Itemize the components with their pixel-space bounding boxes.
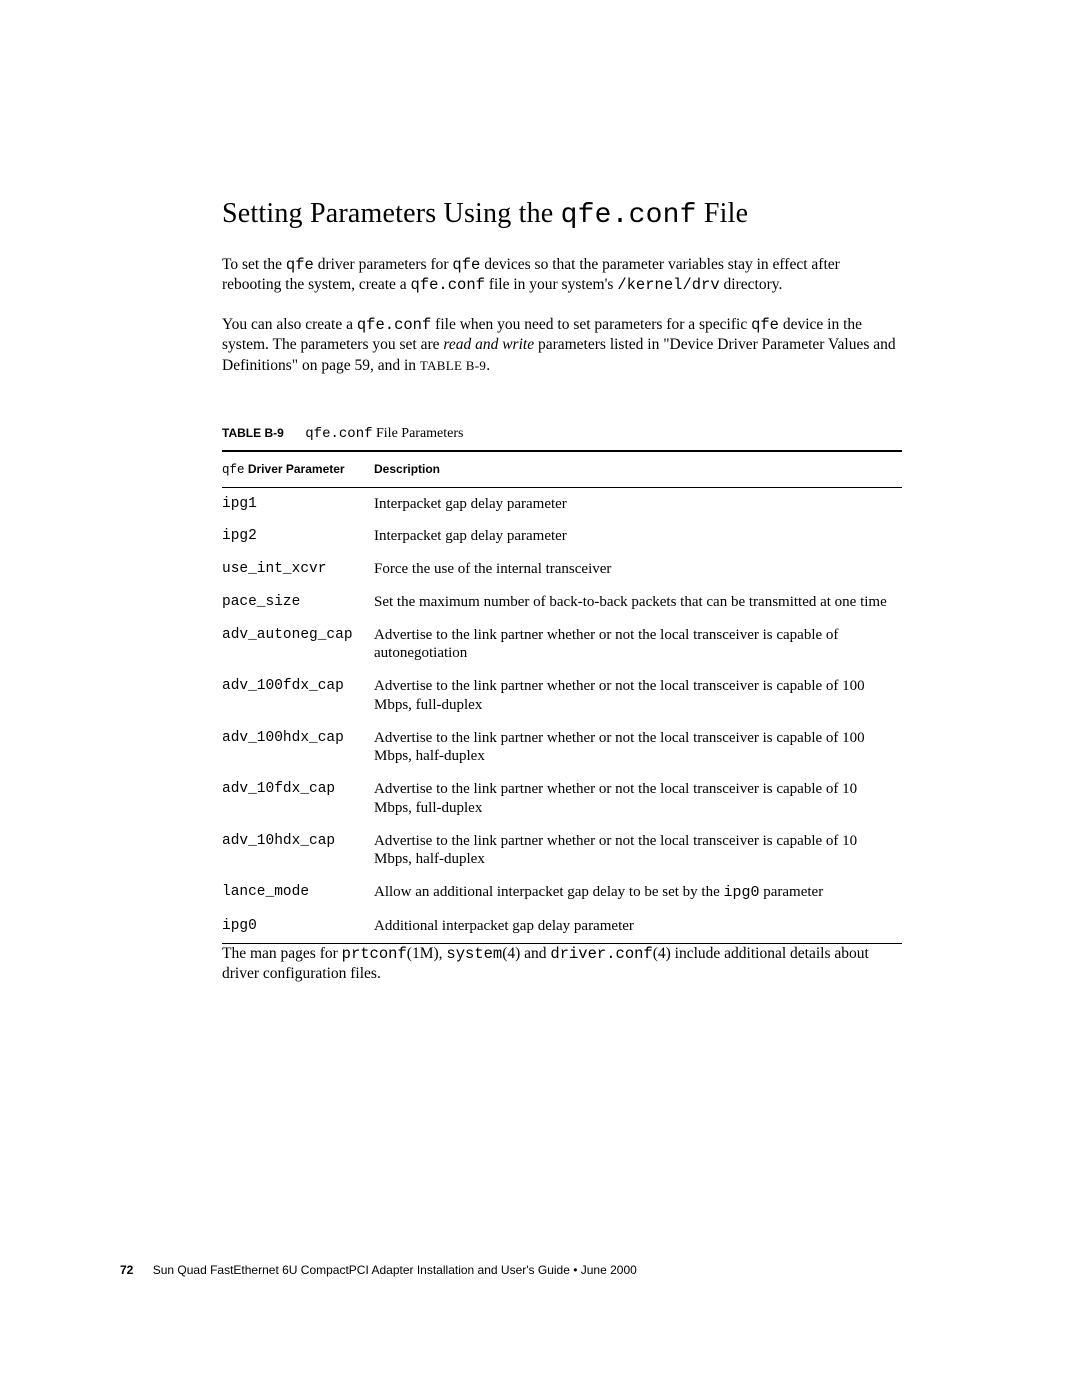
paragraph-3: The man pages for prtconf(1M), system(4)… <box>222 944 902 984</box>
param-name: ipg2 <box>222 520 374 553</box>
code: qfe <box>452 256 480 274</box>
text: The man pages for <box>222 945 342 962</box>
param-description: Advertise to the link partner whether or… <box>374 722 902 774</box>
param-description: Force the use of the internal transceive… <box>374 553 902 586</box>
paragraph-2: You can also create a qfe.conf file when… <box>222 315 902 375</box>
table-row: pace_sizeSet the maximum number of back-… <box>222 586 902 619</box>
table-row: use_int_xcvrForce the use of the interna… <box>222 553 902 586</box>
header-code: qfe <box>222 463 245 477</box>
title-suffix: File <box>697 198 749 229</box>
code: qfe.conf <box>357 316 431 334</box>
page-number: 72 <box>120 1263 133 1277</box>
code: /kernel/drv <box>617 276 719 294</box>
param-name: adv_100fdx_cap <box>222 670 374 722</box>
param-description: Advertise to the link partner whether or… <box>374 619 902 671</box>
table-label: TABLE B-9 <box>222 426 284 440</box>
param-description: Allow an additional interpacket gap dela… <box>374 876 902 910</box>
param-description: Advertise to the link partner whether or… <box>374 825 902 877</box>
header-parameter: qfe Driver Parameter <box>222 451 374 488</box>
caption-suffix: File Parameters <box>373 426 464 441</box>
text: (4) and <box>502 945 550 962</box>
table-row: adv_100hdx_capAdvertise to the link part… <box>222 722 902 774</box>
small-caps: TABLE B-9 <box>420 358 486 373</box>
table-row: ipg0Additional interpacket gap delay par… <box>222 910 902 943</box>
code: driver.conf <box>550 945 652 963</box>
param-name: adv_10hdx_cap <box>222 825 374 877</box>
param-name: use_int_xcvr <box>222 553 374 586</box>
manual-page: Setting Parameters Using the qfe.conf Fi… <box>0 0 1080 984</box>
param-description: Advertise to the link partner whether or… <box>374 773 902 825</box>
code: qfe.conf <box>411 276 485 294</box>
caption-code: qfe.conf <box>305 426 372 442</box>
param-description: Interpacket gap delay parameter <box>374 487 902 520</box>
code: system <box>446 945 502 963</box>
param-name: ipg0 <box>222 910 374 943</box>
table-row: lance_modeAllow an additional interpacke… <box>222 876 902 910</box>
param-name: adv_100hdx_cap <box>222 722 374 774</box>
footer-text: Sun Quad FastEthernet 6U CompactPCI Adap… <box>153 1263 637 1277</box>
text: driver parameters for <box>314 256 453 273</box>
code: qfe <box>751 316 779 334</box>
param-name: adv_10fdx_cap <box>222 773 374 825</box>
text: directory. <box>720 276 783 293</box>
table-row: adv_10fdx_capAdvertise to the link partn… <box>222 773 902 825</box>
page-footer: 72 Sun Quad FastEthernet 6U CompactPCI A… <box>120 1263 637 1277</box>
page-title: Setting Parameters Using the qfe.conf Fi… <box>222 198 902 231</box>
param-description: Advertise to the link partner whether or… <box>374 670 902 722</box>
text: To set the <box>222 256 286 273</box>
table-row: adv_100fdx_capAdvertise to the link part… <box>222 670 902 722</box>
title-prefix: Setting Parameters Using the <box>222 198 561 229</box>
table-row: ipg1Interpacket gap delay parameter <box>222 487 902 520</box>
table-row: ipg2Interpacket gap delay parameter <box>222 520 902 553</box>
param-description: Set the maximum number of back-to-back p… <box>374 586 902 619</box>
param-name: ipg1 <box>222 487 374 520</box>
title-code: qfe.conf <box>561 200 697 231</box>
table-row: adv_autoneg_capAdvertise to the link par… <box>222 619 902 671</box>
code: prtconf <box>342 945 407 963</box>
header-description: Description <box>374 451 902 488</box>
paragraph-1: To set the qfe driver parameters for qfe… <box>222 255 902 295</box>
param-name: adv_autoneg_cap <box>222 619 374 671</box>
parameters-table: qfe Driver Parameter Description ipg1Int… <box>222 450 902 944</box>
text: . <box>486 357 490 374</box>
emphasis: read and write <box>443 336 534 353</box>
param-name: pace_size <box>222 586 374 619</box>
text: (1M), <box>407 945 447 962</box>
header-text: Driver Parameter <box>245 462 345 476</box>
text: You can also create a <box>222 316 357 333</box>
code: qfe <box>286 256 314 274</box>
table-row: adv_10hdx_capAdvertise to the link partn… <box>222 825 902 877</box>
param-name: lance_mode <box>222 876 374 910</box>
text: file in your system's <box>485 276 617 293</box>
param-description: Additional interpacket gap delay paramet… <box>374 910 902 943</box>
table-caption: TABLE B-9 qfe.conf File Parameters <box>222 426 902 442</box>
table-header-row: qfe Driver Parameter Description <box>222 451 902 488</box>
param-description: Interpacket gap delay parameter <box>374 520 902 553</box>
text: file when you need to set parameters for… <box>431 316 751 333</box>
